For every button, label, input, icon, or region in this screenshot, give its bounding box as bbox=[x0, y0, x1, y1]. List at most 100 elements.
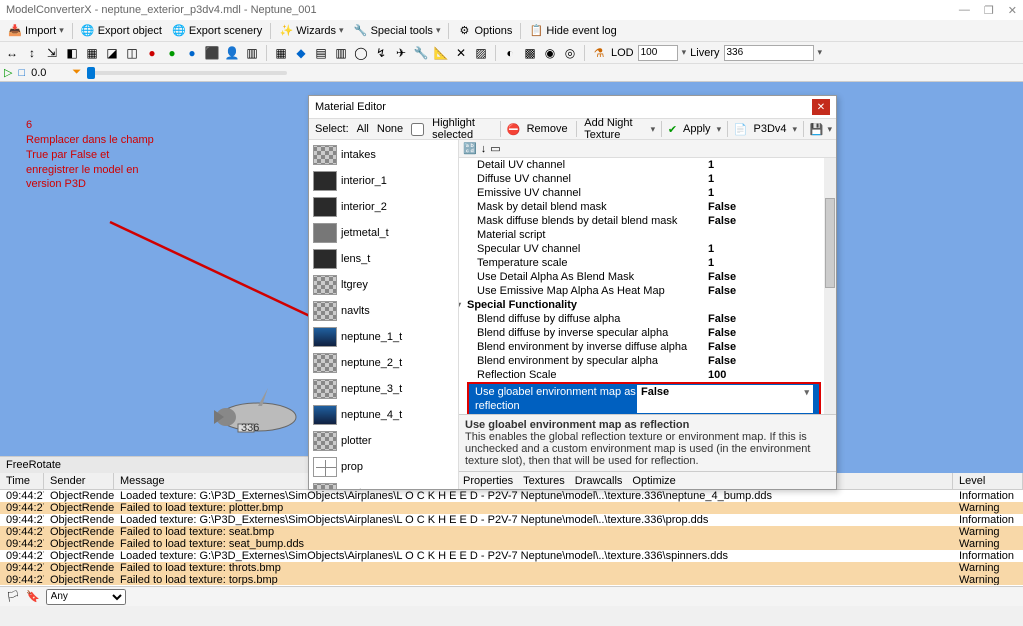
tool-icon[interactable]: ◫ bbox=[124, 45, 140, 61]
tool-icon[interactable]: 🔧 bbox=[413, 45, 429, 61]
material-item[interactable]: interior_1 bbox=[311, 168, 456, 194]
tool-icon[interactable]: ▥ bbox=[244, 45, 260, 61]
tool-icon[interactable]: ◧ bbox=[64, 45, 80, 61]
tool-icon[interactable]: ◎ bbox=[562, 45, 578, 61]
options-button[interactable]: ⚙Options bbox=[453, 23, 516, 39]
tool-icon[interactable]: ◆ bbox=[293, 45, 309, 61]
tool-icon[interactable]: ● bbox=[144, 45, 160, 61]
tool-icon[interactable]: ● bbox=[164, 45, 180, 61]
apply-button[interactable]: Apply bbox=[681, 123, 713, 135]
wizards-button[interactable]: ✨Wizards▾ bbox=[275, 23, 347, 39]
add-night-texture-button[interactable]: Add Night Texture bbox=[582, 117, 646, 141]
dialog-titlebar[interactable]: Material Editor ✕ bbox=[309, 96, 836, 118]
tool-icon[interactable]: ▨ bbox=[473, 45, 489, 61]
tool-icon[interactable]: ◐ bbox=[502, 45, 518, 61]
property-row[interactable]: Material script bbox=[459, 228, 826, 242]
material-item[interactable]: lens_t bbox=[311, 246, 456, 272]
material-item[interactable]: jetmetal_t bbox=[311, 220, 456, 246]
log-row[interactable]: 09:44:27ObjectRendererFailed to load tex… bbox=[0, 526, 1023, 538]
property-tab[interactable]: Textures bbox=[523, 475, 565, 487]
close-button[interactable]: ✕ bbox=[1008, 4, 1017, 17]
property-row[interactable]: Mask diffuse blends by detail blend mask… bbox=[459, 214, 826, 228]
property-grid[interactable]: Detail UV channel1Diffuse UV channel1Emi… bbox=[459, 158, 836, 414]
material-item[interactable]: navlts bbox=[311, 298, 456, 324]
property-row[interactable]: Use Detail Alpha As Blend MaskFalse bbox=[459, 270, 826, 284]
target-select[interactable]: P3Dv4 bbox=[751, 123, 788, 135]
hide-event-log-button[interactable]: 📋Hide event log bbox=[525, 23, 620, 39]
tool-icon[interactable]: ↯ bbox=[373, 45, 389, 61]
material-item[interactable]: ltgrey bbox=[311, 272, 456, 298]
tool-icon[interactable]: ◪ bbox=[104, 45, 120, 61]
tool-icon[interactable]: ● bbox=[184, 45, 200, 61]
import-button[interactable]: 📥Import▾ bbox=[4, 23, 68, 39]
time-slider[interactable] bbox=[87, 71, 287, 75]
log-row[interactable]: 09:44:27ObjectRendererFailed to load tex… bbox=[0, 574, 1023, 585]
tool-icon[interactable]: 👤 bbox=[224, 45, 240, 61]
expand-icon[interactable]: ▭ bbox=[490, 142, 500, 155]
sort-icon[interactable]: 🔡 bbox=[463, 142, 477, 155]
material-item[interactable]: seat bbox=[311, 480, 456, 489]
property-row[interactable]: Blend diffuse by inverse specular alphaF… bbox=[459, 326, 826, 340]
special-tools-button[interactable]: 🔧Special tools▾ bbox=[350, 23, 445, 39]
tag-icon[interactable]: 🔖 bbox=[26, 590, 40, 603]
material-item[interactable]: intakes bbox=[311, 142, 456, 168]
tool-icon[interactable]: ◯ bbox=[353, 45, 369, 61]
property-row[interactable]: Diffuse UV channel1 bbox=[459, 172, 826, 186]
property-row[interactable]: Emissive UV channel1 bbox=[459, 186, 826, 200]
tool-icon[interactable]: ↕ bbox=[24, 45, 40, 61]
tool-icon[interactable]: ▦ bbox=[84, 45, 100, 61]
marker-icon[interactable]: ⏷ bbox=[72, 66, 81, 79]
tool-icon[interactable]: ⇲ bbox=[44, 45, 60, 61]
material-item[interactable]: neptune_4_t bbox=[311, 402, 456, 428]
property-tab[interactable]: Optimize bbox=[632, 475, 675, 487]
filter-select[interactable]: Any bbox=[46, 589, 126, 605]
play-button[interactable]: ▷ bbox=[4, 66, 12, 79]
property-row[interactable]: Blend environment by specular alphaFalse bbox=[459, 354, 826, 368]
property-row[interactable]: Temperature scale1 bbox=[459, 256, 826, 270]
log-row[interactable]: 09:44:27ObjectRendererFailed to load tex… bbox=[0, 502, 1023, 514]
property-tab[interactable]: Properties bbox=[463, 475, 513, 487]
property-row[interactable]: Mask by detail blend maskFalse bbox=[459, 200, 826, 214]
log-row[interactable]: 09:44:27ObjectRendererFailed to load tex… bbox=[0, 562, 1023, 574]
property-row[interactable]: Detail UV channel1 bbox=[459, 158, 826, 172]
property-row[interactable]: Blend environment by inverse diffuse alp… bbox=[459, 340, 826, 354]
property-section-header[interactable]: ▾Special Functionality bbox=[459, 298, 826, 312]
tool-icon[interactable]: ↔ bbox=[4, 45, 20, 61]
tool-icon[interactable]: 📐 bbox=[433, 45, 449, 61]
material-list[interactable]: intakesinterior_1interior_2jetmetal_tlen… bbox=[309, 140, 459, 489]
tool-icon[interactable]: ▩ bbox=[522, 45, 538, 61]
stop-button[interactable]: □ bbox=[18, 67, 25, 79]
restore-button[interactable]: ❐ bbox=[984, 4, 994, 17]
log-row[interactable]: 09:44:27ObjectRendererLoaded texture: G:… bbox=[0, 514, 1023, 526]
material-item[interactable]: prop bbox=[311, 454, 456, 480]
export-object-button[interactable]: 🌐Export object bbox=[77, 23, 166, 39]
flag-icon[interactable]: 🏳 bbox=[6, 590, 20, 603]
remove-button[interactable]: Remove bbox=[525, 123, 570, 135]
log-row[interactable]: 09:44:27ObjectRendererLoaded texture: G:… bbox=[0, 550, 1023, 562]
property-row-highlighted[interactable]: Use gloabel environment map as reflectio… bbox=[467, 382, 821, 414]
scrollbar[interactable] bbox=[824, 158, 836, 414]
export-scenery-button[interactable]: 🌐Export scenery bbox=[168, 23, 266, 39]
property-tab[interactable]: Drawcalls bbox=[575, 475, 623, 487]
tool-icon[interactable]: ✕ bbox=[453, 45, 469, 61]
material-item[interactable]: neptune_2_t bbox=[311, 350, 456, 376]
property-row[interactable]: Use Emissive Map Alpha As Heat MapFalse bbox=[459, 284, 826, 298]
property-row[interactable]: Reflection Scale100 bbox=[459, 368, 826, 382]
minimize-button[interactable]: — bbox=[959, 4, 970, 17]
lod-input[interactable] bbox=[638, 45, 678, 61]
tool-icon[interactable]: ⬛ bbox=[204, 45, 220, 61]
tool-icon[interactable]: ◉ bbox=[542, 45, 558, 61]
tool-icon[interactable]: ▤ bbox=[313, 45, 329, 61]
property-row[interactable]: Specular UV channel1 bbox=[459, 242, 826, 256]
tool-icon[interactable]: ▥ bbox=[333, 45, 349, 61]
highlight-selected-checkbox[interactable] bbox=[411, 123, 424, 136]
material-item[interactable]: interior_2 bbox=[311, 194, 456, 220]
material-item[interactable]: neptune_1_t bbox=[311, 324, 456, 350]
select-none-button[interactable]: None bbox=[375, 123, 405, 135]
log-row[interactable]: 09:44:27ObjectRendererLoaded texture: G:… bbox=[0, 490, 1023, 502]
save-icon[interactable]: 💾 bbox=[810, 123, 824, 136]
log-row[interactable]: 09:44:27ObjectRendererFailed to load tex… bbox=[0, 538, 1023, 550]
sort-icon[interactable]: ↓ bbox=[481, 143, 487, 155]
tool-icon[interactable]: ▦ bbox=[273, 45, 289, 61]
viewport-3d[interactable]: 6 Remplacer dans le champ True par False… bbox=[0, 82, 1023, 473]
